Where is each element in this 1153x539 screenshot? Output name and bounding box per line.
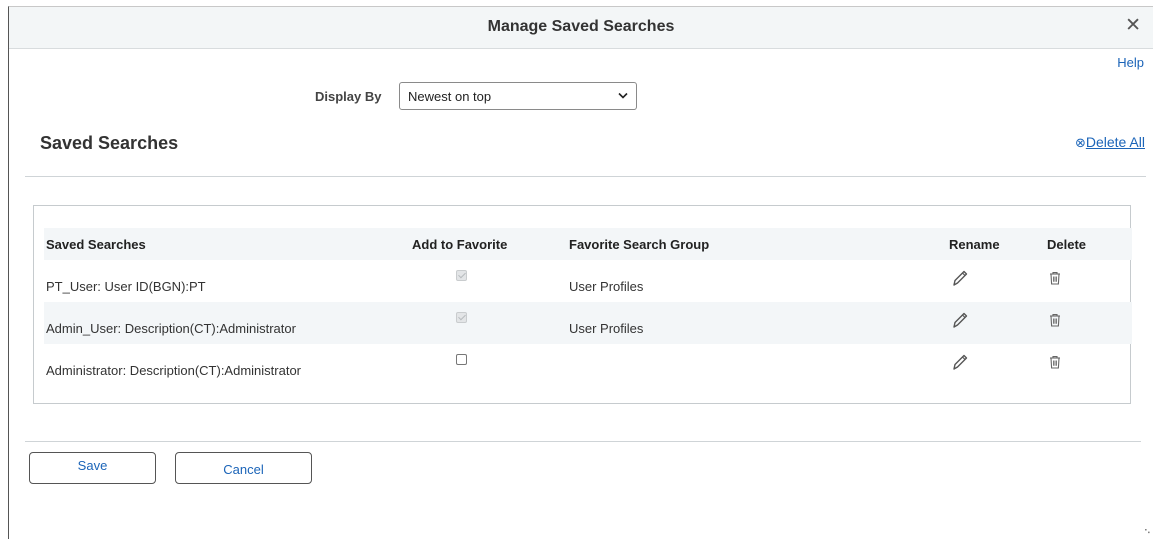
display-by-value: Newest on top: [408, 89, 492, 104]
add-to-favorite-checkbox[interactable]: [456, 270, 467, 281]
resize-handle-icon[interactable]: ⠢: [1144, 526, 1151, 537]
cancel-button[interactable]: Cancel: [175, 452, 312, 484]
favorite-search-group: User Profiles: [569, 279, 644, 294]
column-header-add-to-favorite: Add to Favorite: [412, 237, 508, 252]
pencil-icon[interactable]: [950, 310, 970, 330]
column-header-rename: Rename: [949, 237, 1000, 252]
saved-search-name: PT_User: User ID(BGN):PT: [46, 279, 206, 294]
dialog-title: Manage Saved Searches: [487, 18, 675, 35]
display-by-select[interactable]: Newest on top: [399, 82, 637, 110]
trash-icon[interactable]: [1048, 271, 1062, 285]
delete-all-label: Delete All: [1085, 134, 1145, 150]
grid-header-row: Saved Searches Add to Favorite Favorite …: [44, 228, 1132, 260]
trash-icon[interactable]: [1048, 355, 1062, 369]
divider: [25, 441, 1141, 442]
trash-icon[interactable]: [1048, 313, 1062, 327]
help-link[interactable]: Help: [1117, 55, 1144, 70]
circle-x-icon: ⊗: [1074, 135, 1086, 150]
table-row: Administrator: Description(CT):Administr…: [44, 344, 1132, 386]
dialog-titlebar: Manage Saved Searches ✕: [9, 7, 1153, 49]
saved-search-name: Administrator: Description(CT):Administr…: [46, 363, 302, 378]
table-row: PT_User: User ID(BGN):PT User Profiles: [44, 260, 1132, 302]
pencil-icon[interactable]: [950, 268, 970, 288]
pencil-icon[interactable]: [950, 352, 970, 372]
column-header-favorite-search-group: Favorite Search Group: [569, 237, 710, 252]
section-title: Saved Searches: [40, 133, 179, 153]
grid-table: Saved Searches Add to Favorite Favorite …: [44, 228, 1132, 386]
save-button[interactable]: Save: [29, 452, 156, 484]
delete-all-link[interactable]: ⊗Delete All: [1075, 134, 1145, 151]
column-header-delete: Delete: [1047, 237, 1087, 252]
column-header-saved-searches: Saved Searches: [46, 237, 146, 252]
chevron-down-icon: [618, 92, 628, 99]
close-icon[interactable]: ✕: [1125, 16, 1141, 36]
saved-search-name: Admin_User: Description(CT):Administrato…: [46, 321, 296, 336]
saved-searches-grid: Saved Searches Add to Favorite Favorite …: [33, 205, 1132, 404]
favorite-search-group: User Profiles: [569, 321, 644, 336]
display-by-label: Display By: [315, 89, 382, 104]
table-row: Admin_User: Description(CT):Administrato…: [44, 302, 1132, 344]
add-to-favorite-checkbox[interactable]: [456, 312, 467, 323]
manage-saved-searches-dialog: Manage Saved Searches ✕ Help Display By …: [8, 6, 1153, 539]
divider: [25, 176, 1146, 177]
add-to-favorite-checkbox[interactable]: [456, 354, 467, 365]
